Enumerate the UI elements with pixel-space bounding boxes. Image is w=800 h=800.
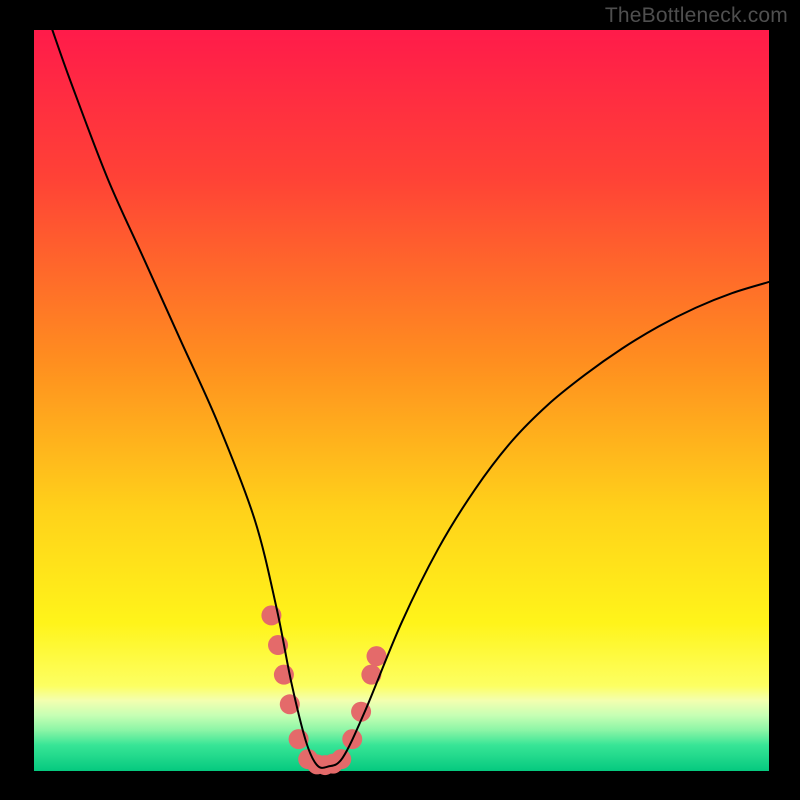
highlight-dot xyxy=(361,665,381,685)
plot-background xyxy=(34,30,769,771)
bottleneck-chart xyxy=(0,0,800,800)
chart-stage: TheBottleneck.com xyxy=(0,0,800,800)
watermark-label: TheBottleneck.com xyxy=(605,4,788,28)
